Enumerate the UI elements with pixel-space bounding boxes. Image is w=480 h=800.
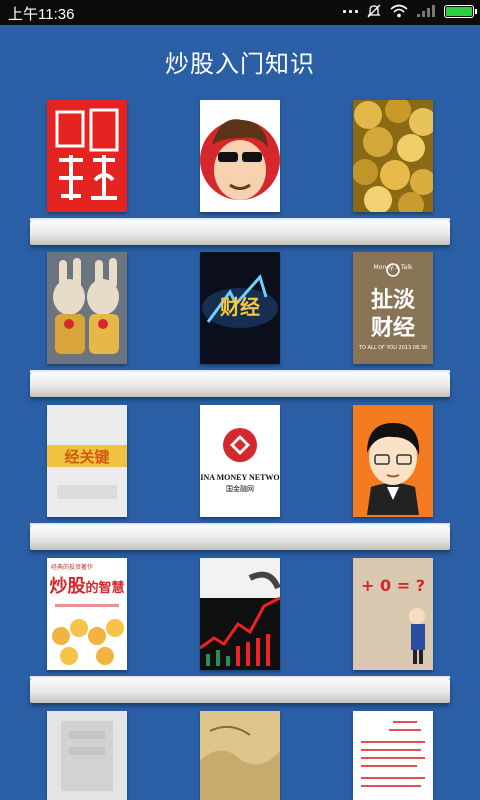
book-cover-15[interactable]	[353, 711, 433, 800]
svg-text:经关键: 经关键	[64, 448, 109, 466]
more-icon	[343, 9, 358, 13]
book-cover-11[interactable]	[200, 558, 280, 670]
book-cover-4[interactable]	[47, 252, 127, 364]
book-cover-6-bottom: TO ALL OF YOU 2013.08.30	[358, 345, 428, 351]
book-cover-9[interactable]	[353, 405, 433, 517]
wifi-icon	[390, 4, 408, 18]
status-icons	[343, 4, 477, 18]
page-title: 炒股入门知识	[165, 50, 315, 78]
book-cover-13[interactable]	[47, 711, 127, 800]
bookshelf-1	[30, 218, 450, 245]
bookshelf-3	[30, 523, 450, 550]
status-time: 上午11:36	[8, 6, 75, 23]
battery-icon	[444, 4, 477, 18]
book-cover-6-title-2: 财经	[370, 316, 415, 341]
book-cover-3[interactable]	[353, 100, 433, 212]
book-cover-2[interactable]	[200, 100, 280, 212]
svg-text:财经: 财经	[220, 295, 260, 319]
book-cover-8-line1: INA MONEY NETWO	[200, 473, 280, 482]
book-cover-5[interactable]: 财经	[200, 252, 280, 364]
status-bar: 上午11:36	[0, 0, 480, 25]
book-cover-10[interactable]: 经典的投资著作 炒股的智慧	[47, 558, 127, 670]
bookshelf-2	[30, 370, 450, 397]
book-cover-8-line2: 国金融网	[226, 485, 254, 493]
book-cover-8[interactable]: INA MONEY NETWO 国金融网	[200, 405, 280, 517]
bookshelf-4	[30, 676, 450, 703]
book-cover-14[interactable]	[200, 711, 280, 800]
book-cover-7[interactable]: 经关键	[47, 405, 127, 517]
book-cover-12[interactable]: + 0 = ?	[353, 558, 433, 670]
mute-bell-icon	[367, 4, 381, 18]
signal-icon	[417, 5, 435, 17]
book-cover-6[interactable]: Money $ Talk 扯淡 财经 TO ALL OF YOU 2013.08…	[353, 252, 433, 364]
book-cover-1[interactable]	[47, 100, 127, 212]
